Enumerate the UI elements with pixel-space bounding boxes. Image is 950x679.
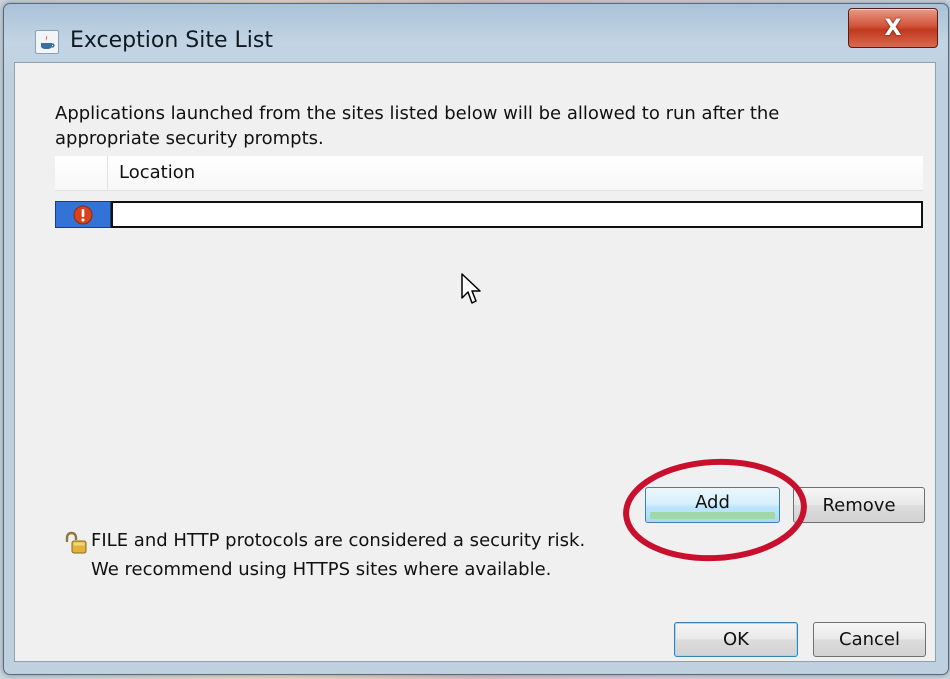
table-row[interactable] <box>55 201 923 228</box>
dialog-content: Applications launched from the sites lis… <box>14 62 936 662</box>
column-header-location[interactable]: Location <box>119 162 195 183</box>
warning-line-1: FILE and HTTP protocols are considered a… <box>91 530 586 551</box>
remove-button[interactable]: Remove <box>793 487 925 523</box>
exception-site-list-dialog: Exception Site List X Applications launc… <box>3 3 949 675</box>
site-list-table: Location <box>55 156 923 382</box>
java-app-icon <box>35 30 59 54</box>
unlocked-padlock-icon <box>63 531 87 555</box>
description-text: Applications launched from the sites lis… <box>55 103 780 149</box>
column-header-status <box>55 156 108 190</box>
error-icon <box>55 201 111 228</box>
title-bar: Exception Site List X <box>4 4 948 62</box>
close-icon: X <box>884 15 902 41</box>
window-title: Exception Site List <box>70 28 273 53</box>
table-header: Location <box>55 156 923 191</box>
warning-line-2: We recommend using HTTPS sites where ava… <box>91 559 552 580</box>
security-warning: FILE and HTTP protocols are considered a… <box>91 526 585 584</box>
add-button-label: Add <box>695 491 730 513</box>
cancel-button[interactable]: Cancel <box>813 622 926 657</box>
mouse-cursor-icon <box>461 273 483 311</box>
close-button[interactable]: X <box>848 8 938 48</box>
ok-button[interactable]: OK <box>674 622 798 657</box>
add-button[interactable]: Add <box>645 487 780 523</box>
location-input[interactable] <box>111 201 923 228</box>
